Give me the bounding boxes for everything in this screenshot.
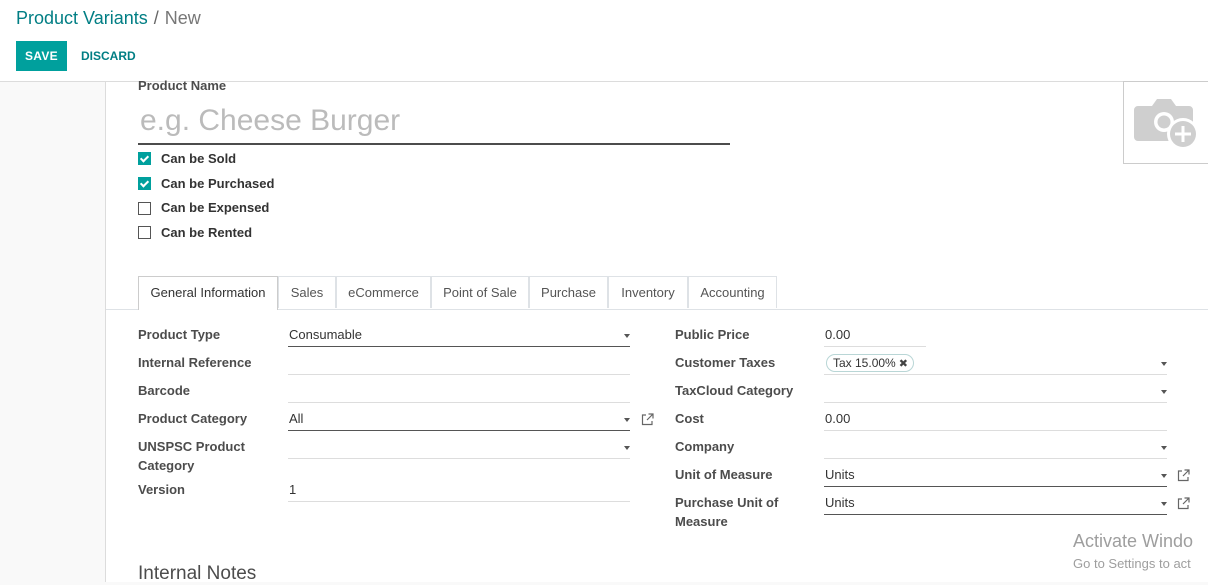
cost-label: Cost — [675, 411, 704, 426]
version-label: Version — [138, 482, 185, 497]
tab-point-of-sale[interactable]: Point of Sale — [431, 276, 529, 308]
product-category-select[interactable]: All — [288, 409, 630, 431]
chevron-down-icon — [1161, 502, 1167, 506]
tab-general-information[interactable]: General Information — [138, 276, 278, 310]
product-category-label: Product Category — [138, 411, 248, 426]
chevron-down-icon — [624, 418, 630, 422]
tab-purchase[interactable]: Purchase — [529, 276, 608, 308]
breadcrumb: Product Variants / New — [16, 8, 201, 29]
breadcrumb-product-variants[interactable]: Product Variants — [16, 8, 148, 28]
version-input[interactable]: 1 — [288, 480, 630, 502]
product-type-select[interactable]: Consumable — [288, 325, 630, 347]
can-be-expensed-label[interactable]: Can be Expensed — [161, 200, 269, 215]
activate-windows-subtext: Go to Settings to act — [1073, 556, 1191, 571]
product-type-label: Product Type — [138, 327, 221, 342]
barcode-label: Barcode — [138, 383, 191, 398]
purchase-uom-label-line1: Purchase Unit of — [675, 495, 779, 510]
discard-button[interactable]: DISCARD — [75, 41, 142, 71]
customer-taxes-label: Customer Taxes — [675, 355, 776, 370]
unspsc-label-line1: UNSPSC Product — [138, 439, 245, 454]
tax-tag-label: Tax 15.00% — [833, 356, 896, 370]
company-select[interactable] — [824, 437, 1167, 459]
internal-reference-label: Internal Reference — [138, 355, 252, 370]
breadcrumb-current: New — [164, 8, 201, 28]
activate-windows-watermark: Activate Windo — [1073, 531, 1194, 551]
purchase-uom-value: Units — [825, 495, 855, 510]
camera-plus-icon — [1134, 99, 1199, 150]
purchase-uom-label-line2: Measure — [675, 514, 728, 529]
breadcrumb-separator: / — [153, 8, 159, 28]
unit-of-measure-value: Units — [825, 467, 855, 482]
taxcloud-category-label: TaxCloud Category — [675, 383, 794, 398]
public-price-label: Public Price — [675, 327, 750, 342]
can-be-sold-label[interactable]: Can be Sold — [161, 151, 236, 166]
chevron-down-icon — [624, 334, 630, 338]
can-be-rented-label[interactable]: Can be Rented — [161, 225, 252, 240]
save-button[interactable]: SAVE — [16, 41, 67, 71]
tab-sales[interactable]: Sales — [278, 276, 336, 308]
customer-taxes-field[interactable]: Tax 15.00% ✖ — [824, 353, 1167, 375]
can-be-purchased-label[interactable]: Can be Purchased — [161, 176, 274, 191]
internal-reference-input[interactable] — [288, 353, 630, 375]
unspsc-category-select[interactable] — [288, 437, 630, 459]
purchase-uom-select[interactable]: Units — [824, 493, 1167, 515]
purchase-uom-label: Purchase Unit of Measure — [675, 493, 778, 531]
product-name-input[interactable] — [138, 98, 730, 145]
can-be-sold-checkbox[interactable] — [138, 152, 151, 165]
external-link-icon[interactable] — [641, 413, 654, 426]
tab-accounting[interactable]: Accounting — [688, 276, 777, 308]
unit-of-measure-select[interactable]: Units — [824, 465, 1167, 487]
public-price-input[interactable]: 0.00 — [824, 325, 926, 347]
chevron-down-icon — [1161, 474, 1167, 478]
tab-inventory[interactable]: Inventory — [608, 276, 688, 308]
product-name-label: Product Name — [138, 78, 227, 93]
chevron-down-icon — [624, 446, 630, 450]
notebook-tabs: General Information Sales eCommerce Poin… — [106, 276, 1208, 310]
product-image-uploader[interactable] — [1123, 81, 1208, 164]
can-be-expensed-checkbox[interactable] — [138, 202, 151, 215]
public-price-value: 0.00 — [825, 327, 851, 342]
external-link-icon[interactable] — [1177, 469, 1190, 482]
chevron-down-icon — [1161, 390, 1167, 394]
taxcloud-category-select[interactable] — [824, 381, 1167, 403]
can-be-purchased-checkbox[interactable] — [138, 177, 151, 190]
chevron-down-icon — [1161, 362, 1167, 366]
external-link-icon[interactable] — [1177, 497, 1190, 510]
barcode-input[interactable] — [288, 381, 630, 403]
tax-tag: Tax 15.00% ✖ — [826, 354, 914, 372]
unspsc-category-label: UNSPSC Product Category — [138, 437, 245, 475]
form-sheet: Product Name Can be Sold Can be Purchase… — [105, 78, 1208, 584]
cost-input[interactable]: 0.00 — [824, 409, 1167, 431]
product-type-value: Consumable — [289, 327, 362, 342]
chevron-down-icon — [1161, 446, 1167, 450]
remove-tag-icon[interactable]: ✖ — [899, 358, 908, 370]
version-value: 1 — [289, 482, 297, 497]
unit-of-measure-label: Unit of Measure — [675, 467, 773, 482]
control-panel: Product Variants / New SAVE DISCARD — [0, 0, 1208, 82]
product-category-value: All — [289, 411, 304, 426]
tab-ecommerce[interactable]: eCommerce — [336, 276, 431, 308]
cost-value: 0.00 — [825, 411, 851, 426]
company-label: Company — [675, 439, 735, 454]
unspsc-label-line2: Category — [138, 458, 195, 473]
can-be-rented-checkbox[interactable] — [138, 226, 151, 239]
